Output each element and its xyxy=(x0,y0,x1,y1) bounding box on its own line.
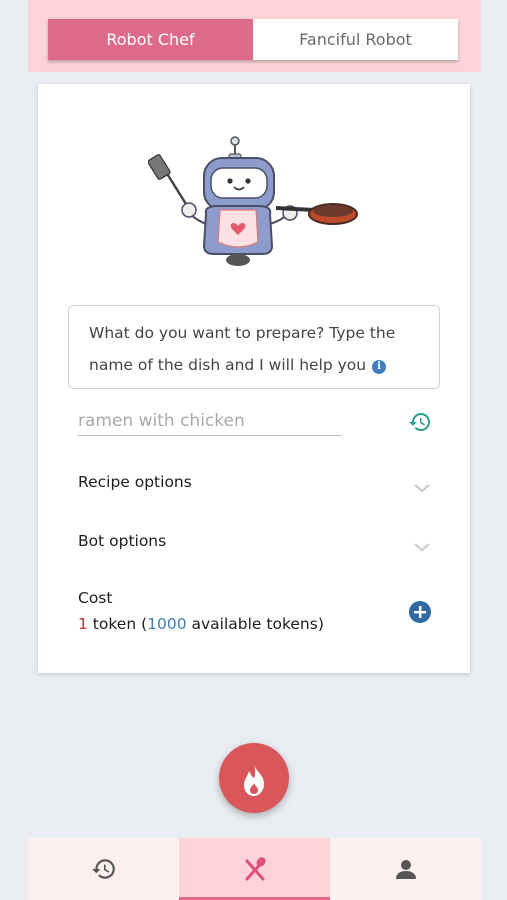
cost-line: 1 token (1000 available tokens) xyxy=(78,615,324,633)
top-bar: Robot Chef Fanciful Robot xyxy=(28,0,481,72)
history-icon xyxy=(91,859,115,879)
chevron-down-icon[interactable] xyxy=(412,540,432,554)
recipe-options-label[interactable]: Recipe options xyxy=(78,473,192,491)
chevron-down-icon[interactable] xyxy=(412,481,432,495)
available-tokens: 1000 xyxy=(147,615,187,633)
robot-chef-illustration xyxy=(148,136,358,266)
history-icon[interactable] xyxy=(408,410,432,434)
available-suffix: available tokens) xyxy=(186,615,324,633)
utensils-icon xyxy=(245,857,265,881)
mode-tabs: Robot Chef Fanciful Robot xyxy=(48,19,458,60)
prompt-box: What do you want to prepare? Type the na… xyxy=(68,305,440,389)
add-tokens-icon[interactable] xyxy=(409,601,431,623)
nav-history[interactable] xyxy=(28,838,179,900)
tab-robot-chef[interactable]: Robot Chef xyxy=(48,19,253,60)
user-icon xyxy=(395,860,416,879)
bot-options-label[interactable]: Bot options xyxy=(78,532,166,550)
flame-icon xyxy=(244,764,264,796)
tab-fanciful-robot[interactable]: Fanciful Robot xyxy=(253,19,458,60)
cost-title: Cost xyxy=(78,589,113,607)
cost-amount: 1 xyxy=(78,615,88,633)
nav-cook[interactable] xyxy=(179,838,330,900)
cook-button[interactable] xyxy=(219,743,289,813)
info-icon[interactable]: i xyxy=(372,360,387,374)
nav-profile[interactable] xyxy=(330,838,481,900)
prompt-text: What do you want to prepare? Type the na… xyxy=(89,324,396,374)
dish-input[interactable] xyxy=(78,406,341,436)
bottom-nav xyxy=(28,838,481,900)
cost-unit: token ( xyxy=(87,615,148,633)
main-card: What do you want to prepare? Type the na… xyxy=(38,84,470,673)
